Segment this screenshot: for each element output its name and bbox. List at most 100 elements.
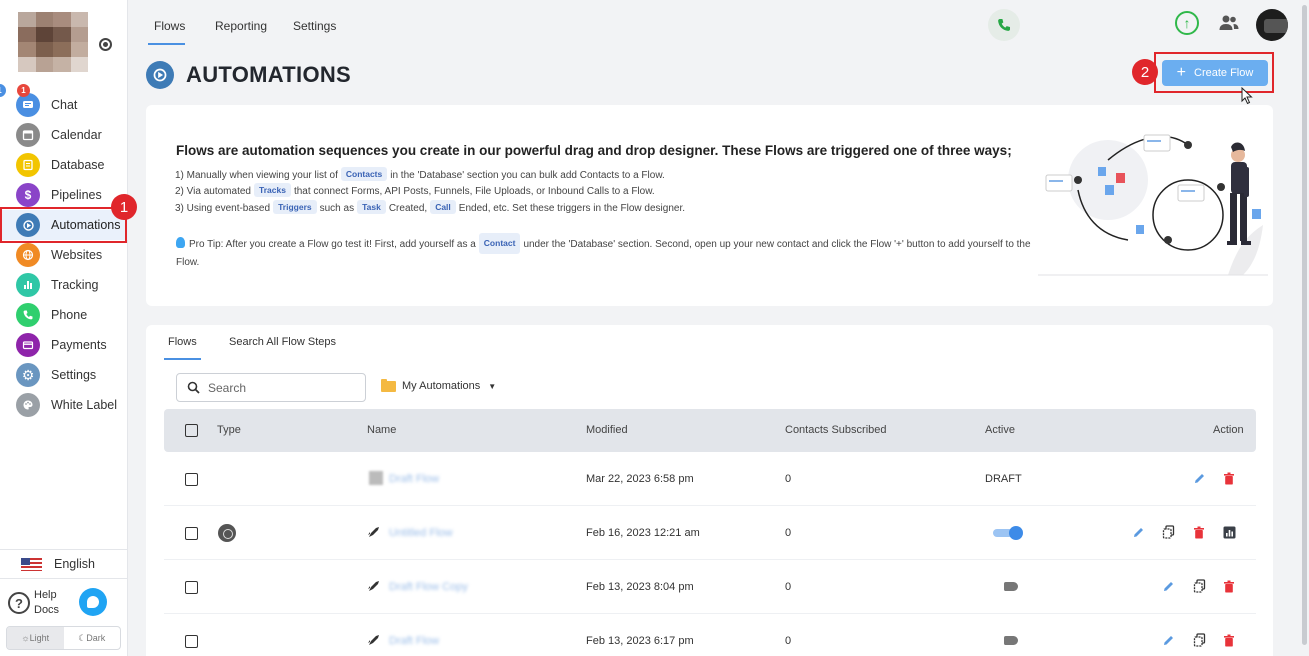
sidebar-item-white-label[interactable]: White Label bbox=[0, 390, 128, 420]
create-flow-label: Create Flow bbox=[1194, 67, 1254, 79]
sidebar-item-websites[interactable]: Websites bbox=[0, 240, 128, 270]
avatar[interactable] bbox=[18, 12, 88, 72]
info-text: 1) Manually when viewing your list of bbox=[175, 170, 338, 181]
mouse-cursor-icon bbox=[1241, 87, 1253, 105]
draft-flow-icon bbox=[369, 471, 383, 485]
theme-dark-button[interactable]: ☾ Dark bbox=[64, 627, 121, 649]
active-toggle[interactable] bbox=[993, 526, 1023, 540]
question-icon: ? bbox=[8, 592, 30, 614]
inactive-tag-icon[interactable] bbox=[1004, 582, 1018, 591]
contact-chip: Contact bbox=[478, 233, 521, 254]
inactive-tag-icon[interactable] bbox=[1004, 636, 1018, 645]
annotation-marker-1: 1 bbox=[111, 194, 137, 220]
row-checkbox[interactable] bbox=[185, 581, 198, 594]
edit-pencil-icon[interactable] bbox=[1191, 470, 1207, 486]
palette-icon bbox=[16, 393, 40, 417]
sidebar-item-phone[interactable]: Phone bbox=[0, 300, 128, 330]
column-name[interactable]: Name bbox=[367, 424, 396, 436]
sidebar-item-database[interactable]: Database bbox=[0, 150, 128, 180]
delete-trash-icon[interactable] bbox=[1221, 470, 1237, 486]
edit-pencil-icon[interactable] bbox=[1160, 632, 1176, 648]
docs-label: Docs bbox=[34, 604, 60, 616]
create-flow-button[interactable]: + Create Flow bbox=[1162, 60, 1268, 86]
card-icon bbox=[16, 333, 40, 357]
pro-tip: Pro Tip: After you create a Flow go test… bbox=[176, 233, 1036, 271]
scrollbar-thumb[interactable] bbox=[1302, 5, 1307, 645]
column-type[interactable]: Type bbox=[217, 424, 241, 436]
help-docs-link[interactable]: ? Help Docs bbox=[8, 588, 59, 618]
trigger-type-icon bbox=[218, 524, 236, 542]
modified-date: Feb 13, 2023 6:17 pm bbox=[586, 635, 694, 647]
sidebar-item-pipelines[interactable]: $ Pipelines bbox=[0, 180, 128, 210]
sidebar-item-chat[interactable]: 1 1 Chat bbox=[0, 84, 128, 120]
sidebar-item-settings[interactable]: ⚙ Settings bbox=[0, 360, 128, 390]
delete-trash-icon[interactable] bbox=[1221, 578, 1237, 594]
modified-date: Feb 16, 2023 12:21 am bbox=[586, 527, 700, 539]
table-row[interactable]: Draft Flow Mar 22, 2023 6:58 pm 0 DRAFT bbox=[164, 452, 1256, 506]
help-label: Help bbox=[34, 589, 57, 601]
page-header: AUTOMATIONS bbox=[146, 61, 351, 89]
phone-dialer-button[interactable] bbox=[988, 9, 1020, 41]
row-checkbox[interactable] bbox=[185, 473, 198, 486]
sidebar-item-tracking[interactable]: Tracking bbox=[0, 270, 128, 300]
select-all-checkbox[interactable] bbox=[185, 424, 198, 437]
sidebar-item-label: Settings bbox=[51, 368, 97, 382]
delete-trash-icon[interactable] bbox=[1191, 524, 1207, 540]
info-text: such as bbox=[319, 203, 355, 214]
edit-pencil-icon[interactable] bbox=[1160, 578, 1176, 594]
sidebar-item-calendar[interactable]: Calendar bbox=[0, 120, 128, 150]
profile-avatar-button[interactable] bbox=[1256, 9, 1288, 41]
page-scrollbar[interactable] bbox=[1300, 0, 1309, 656]
copy-icon[interactable] bbox=[1191, 578, 1207, 594]
row-checkbox[interactable] bbox=[185, 527, 198, 540]
flow-name-link[interactable]: Draft Flow Copy bbox=[389, 581, 468, 593]
info-card: Flows are automation sequences you creat… bbox=[146, 105, 1273, 306]
tab-search-all-flow-steps[interactable]: Search All Flow Steps bbox=[229, 336, 336, 348]
status-radio-icon[interactable] bbox=[99, 38, 112, 51]
info-line-1: 1) Manually when viewing your list of Con… bbox=[175, 167, 665, 181]
table-row[interactable]: Draft Flow Copy Feb 13, 2023 8:04 pm 0 bbox=[164, 560, 1256, 614]
sidebar: 1 1 Chat Calendar Database $ Pipelines A bbox=[0, 0, 128, 656]
users-icon[interactable] bbox=[1218, 13, 1242, 35]
flow-name-link[interactable]: Untitled Flow bbox=[389, 527, 453, 539]
sidebar-item-label: Pipelines bbox=[51, 188, 102, 202]
folder-dropdown[interactable]: My Automations ▼ bbox=[381, 378, 496, 392]
sidebar-item-payments[interactable]: Payments bbox=[0, 330, 128, 360]
tab-flows-list[interactable]: Flows bbox=[168, 336, 197, 348]
sidebar-item-label: Chat bbox=[51, 98, 78, 112]
active-status: DRAFT bbox=[985, 473, 1022, 485]
table-row[interactable]: Draft Flow Feb 13, 2023 6:17 pm 0 bbox=[164, 614, 1256, 656]
chat-widget-button[interactable] bbox=[79, 588, 107, 616]
contacts-chip: Contacts bbox=[340, 167, 388, 181]
table-row[interactable]: Untitled Flow Feb 16, 2023 12:21 am 0 bbox=[164, 506, 1256, 560]
flow-name-link[interactable]: Draft Flow bbox=[389, 473, 439, 485]
sidebar-item-label: Tracking bbox=[51, 278, 99, 292]
language-label: English bbox=[54, 557, 95, 571]
search-icon bbox=[187, 381, 200, 394]
column-contacts-subscribed[interactable]: Contacts Subscribed bbox=[785, 424, 887, 436]
row-checkbox[interactable] bbox=[185, 635, 198, 648]
copy-icon[interactable] bbox=[1160, 524, 1176, 540]
flows-table: Type Name Modified Contacts Subscribed A… bbox=[164, 409, 1256, 656]
gear-icon: ⚙ bbox=[16, 363, 40, 387]
info-text: 3) Using event-based bbox=[175, 203, 271, 214]
delete-trash-icon[interactable] bbox=[1221, 632, 1237, 648]
info-line-2: 2) Via automated Tracks that connect Forms… bbox=[175, 183, 655, 197]
theme-light-button[interactable]: ☼ Light bbox=[7, 627, 64, 649]
stats-chart-icon[interactable] bbox=[1221, 524, 1237, 540]
column-modified[interactable]: Modified bbox=[586, 424, 628, 436]
info-text: Created, bbox=[388, 203, 428, 214]
annotation-highlight-create-flow: + Create Flow bbox=[1154, 52, 1274, 93]
flow-name-link[interactable]: Draft Flow bbox=[389, 635, 439, 647]
column-active[interactable]: Active bbox=[985, 424, 1015, 436]
chat-badge-blue: 1 bbox=[0, 84, 6, 97]
tab-flows[interactable]: Flows bbox=[154, 19, 185, 33]
tab-settings[interactable]: Settings bbox=[293, 19, 336, 33]
sidebar-item-label: Phone bbox=[51, 308, 88, 322]
copy-icon[interactable] bbox=[1191, 632, 1207, 648]
language-selector[interactable]: English bbox=[0, 549, 128, 579]
upgrade-arrow-icon[interactable]: ↑ bbox=[1175, 11, 1199, 35]
search-input[interactable] bbox=[208, 380, 358, 395]
tab-reporting[interactable]: Reporting bbox=[215, 19, 267, 33]
edit-pencil-icon[interactable] bbox=[1130, 524, 1146, 540]
